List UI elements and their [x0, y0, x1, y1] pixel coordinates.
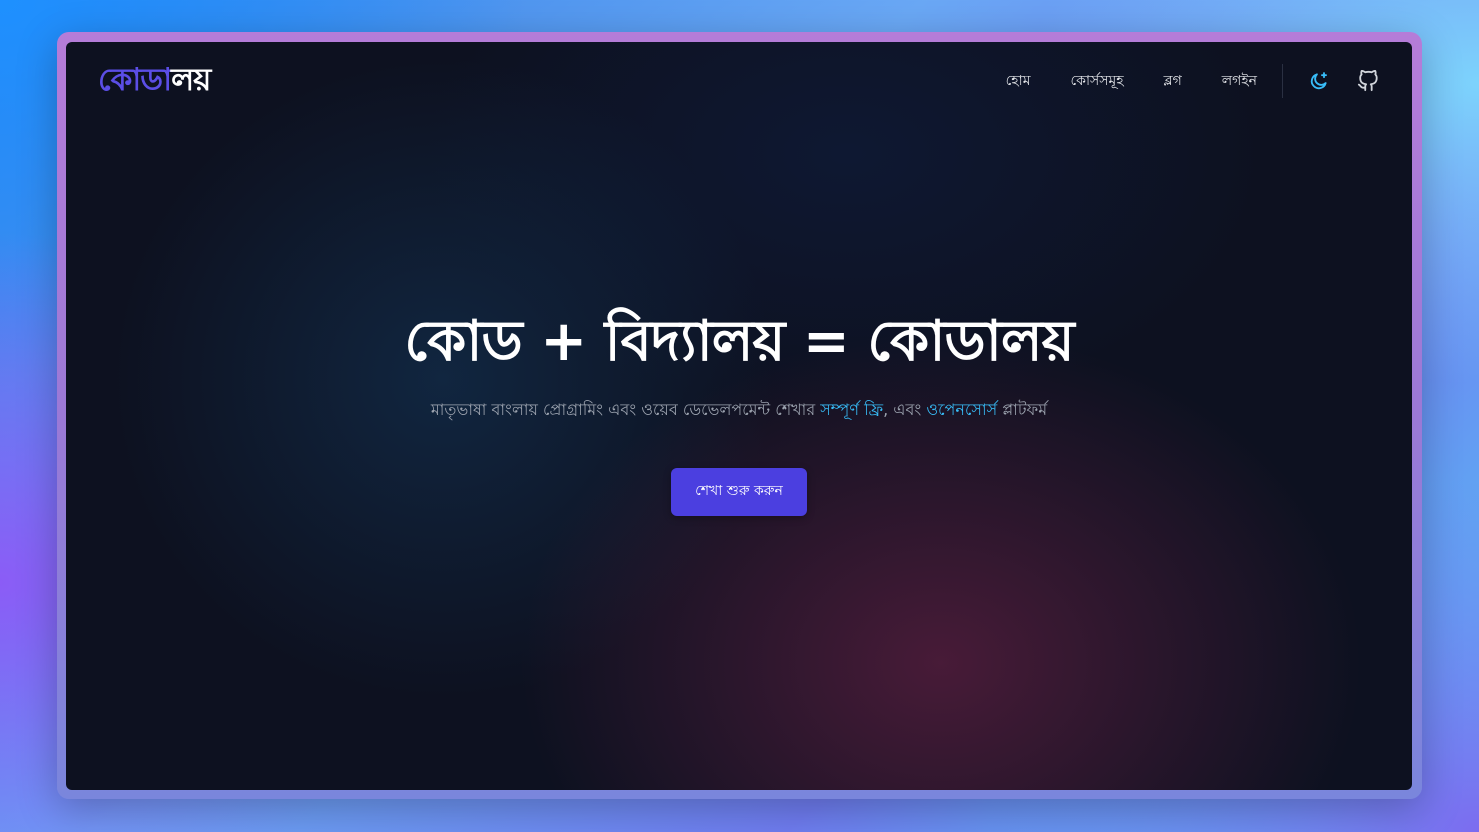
logo-part-alay: ালয়	[171, 62, 211, 98]
start-learning-button[interactable]: শেখা শুরু করুন	[671, 468, 807, 516]
subtitle-text-3: প্লাটফর্ম	[997, 400, 1048, 419]
github-link-button[interactable]	[1357, 70, 1379, 92]
github-icon	[1357, 70, 1378, 92]
top-navbar: কোডালয় হোম কোর্সসমূহ ব্লগ লগইন	[66, 42, 1412, 120]
subtitle-highlight-free: সম্পূর্ণ ফ্রি	[820, 400, 884, 419]
site-logo[interactable]: কোডালয়	[98, 60, 211, 100]
hero-subtitle: মাতৃভাষা বাংলায় প্রোগ্রামিং এবং ওয়েব ড…	[66, 397, 1412, 423]
subtitle-text-1: মাতৃভাষা বাংলায় প্রোগ্রামিং এবং ওয়েব ড…	[430, 400, 821, 419]
theme-toggle-button[interactable]	[1308, 70, 1330, 92]
nav-link-home[interactable]: হোম	[1006, 69, 1031, 93]
subtitle-text-2: , এবং	[883, 400, 927, 419]
nav-link-login[interactable]: লগইন	[1222, 69, 1257, 93]
nav-divider	[1282, 64, 1283, 98]
hero-title: কোড + বিদ্যালয় = কোডালয়	[404, 309, 1074, 374]
nav-links: হোম কোর্সসমূহ ব্লগ লগইন	[1006, 64, 1379, 98]
nav-link-blog[interactable]: ব্লগ	[1164, 69, 1182, 93]
moon-star-icon	[1310, 72, 1327, 90]
nav-link-courses[interactable]: কোর্সসমূহ	[1071, 69, 1124, 93]
browser-viewport: কোডালয় হোম কোর্সসমূহ ব্লগ লগইন কোড + বি…	[66, 42, 1412, 790]
logo-part-code: কোড	[98, 62, 172, 98]
subtitle-highlight-opensource: ওপেনসোর্স	[926, 400, 998, 419]
